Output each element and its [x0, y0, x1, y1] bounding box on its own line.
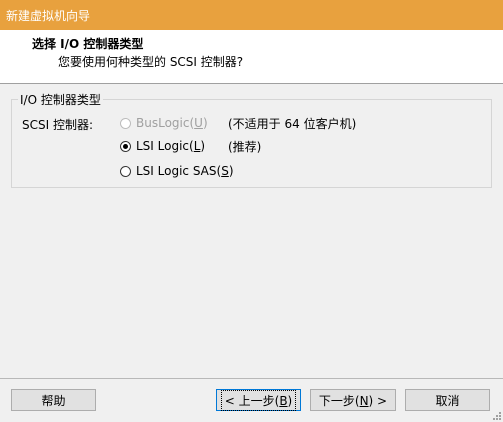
radio-lsi-logic-sas-indicator[interactable] — [120, 165, 131, 177]
group-legend: I/O 控制器类型 — [18, 91, 103, 108]
cancel-button-label: 取消 — [435, 393, 460, 408]
radio-lsi-logic-sas-label[interactable]: LSI Logic SAS(S) — [136, 164, 234, 178]
help-button-label: 帮助 — [41, 393, 66, 408]
lsi-logic-note: (推荐) — [228, 140, 262, 154]
radio-lsi-logic-sas[interactable]: LSI Logic SAS(S) — [120, 164, 234, 178]
help-button[interactable]: 帮助 — [11, 389, 96, 411]
next-button-label: 下一步(N) > — [318, 393, 388, 408]
wizard-header: 选择 I/O 控制器类型 您要使用何种类型的 SCSI 控制器? — [0, 30, 503, 84]
wizard-footer: 帮助 < 上一步(B) 下一步(N) > 取消 — [0, 379, 503, 422]
page-subtitle: 您要使用何种类型的 SCSI 控制器? — [58, 55, 244, 69]
resize-grip-icon[interactable] — [491, 410, 501, 420]
wizard-body: I/O 控制器类型 SCSI 控制器: BusLogic(U) (不适用于 64… — [0, 84, 503, 378]
back-button-label: < 上一步(B) — [220, 389, 297, 411]
radio-buslogic: BusLogic(U) — [120, 116, 208, 130]
radio-lsi-logic[interactable]: LSI Logic(L) — [120, 139, 205, 153]
radio-lsi-logic-indicator[interactable] — [120, 140, 131, 152]
scsi-controller-label: SCSI 控制器: — [22, 118, 94, 132]
radio-buslogic-label: BusLogic(U) — [136, 116, 208, 130]
next-button[interactable]: 下一步(N) > — [310, 389, 396, 411]
page-title: 选择 I/O 控制器类型 — [32, 37, 144, 51]
cancel-button[interactable]: 取消 — [405, 389, 490, 411]
io-controller-group: I/O 控制器类型 SCSI 控制器: BusLogic(U) (不适用于 64… — [11, 91, 492, 188]
back-button[interactable]: < 上一步(B) — [216, 389, 301, 411]
title-bar: 新建虚拟机向导 — [0, 0, 503, 30]
buslogic-note: (不适用于 64 位客户机) — [228, 117, 357, 131]
radio-lsi-logic-label[interactable]: LSI Logic(L) — [136, 139, 205, 153]
radio-buslogic-indicator — [120, 117, 131, 129]
window-title: 新建虚拟机向导 — [6, 9, 91, 23]
